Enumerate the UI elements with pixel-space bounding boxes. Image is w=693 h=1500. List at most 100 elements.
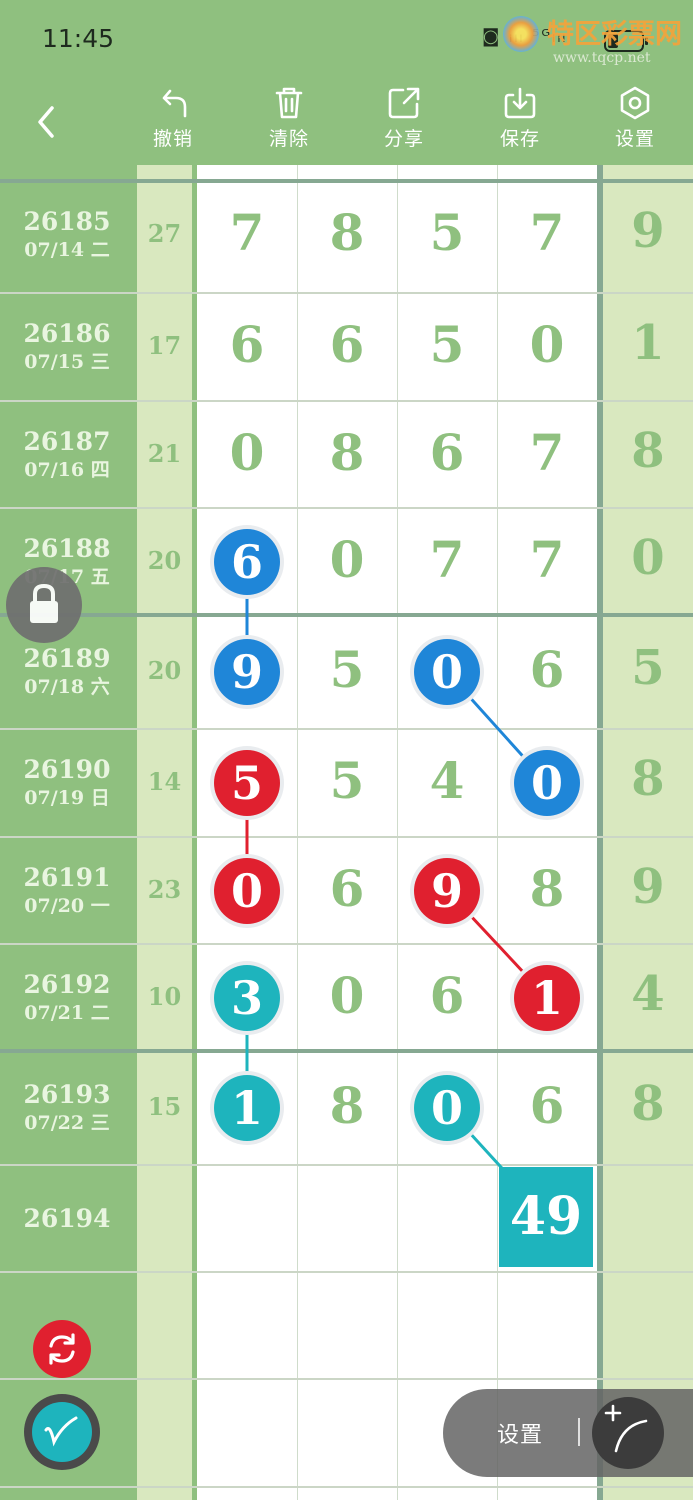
digit-cell[interactable]: 0 (497, 315, 597, 374)
digit-cell[interactable]: 4 (397, 751, 497, 810)
digit-cell[interactable]: 6 (497, 1076, 597, 1135)
undo-icon (162, 89, 187, 118)
settings-button[interactable]: 设置 (595, 86, 675, 151)
extra-digit-cell: 4 (631, 965, 665, 1022)
row-divider (0, 1049, 693, 1053)
sum-cell: 17 (147, 331, 182, 360)
digit-cell[interactable]: 0 (297, 966, 397, 1025)
digit-cell[interactable]: 6 (297, 315, 397, 374)
issue-cell: 26192 07/21 二 (0, 970, 134, 1026)
digit-cell[interactable]: 0 (197, 423, 297, 482)
issue-number: 26190 (23, 755, 111, 784)
issue-number: 26194 (23, 1203, 111, 1233)
digit-cell[interactable]: 7 (497, 530, 597, 589)
row-divider (0, 613, 693, 617)
row-divider (0, 1378, 693, 1380)
extra-digit-cell: 8 (631, 422, 665, 479)
trash-icon (275, 87, 303, 119)
status-time: 11:45 (42, 24, 115, 53)
digit-cell[interactable]: 8 (297, 203, 397, 262)
extra-digit-cell: 9 (631, 203, 665, 259)
digit-cell[interactable]: 6 (197, 315, 297, 374)
issue-number: 26188 (23, 533, 111, 563)
digit-cell[interactable]: 8 (297, 423, 397, 482)
lock-button[interactable] (6, 567, 82, 643)
sum-cell: 10 (147, 981, 182, 1011)
extra-digit-cell: 0 (631, 529, 665, 586)
sum-column (137, 165, 192, 1500)
issue-cell: 26194 (0, 1204, 134, 1234)
row-divider (0, 507, 693, 509)
sum-cell: 20 (147, 545, 182, 575)
sum-cell: 20 (147, 656, 182, 685)
issue-number: 26186 (23, 319, 111, 348)
sum-cell: 14 (147, 767, 182, 796)
issue-number: 26191 (23, 862, 111, 892)
download-icon (504, 87, 536, 119)
settings-label: 设置 (614, 128, 655, 150)
sum-cell: 21 (147, 438, 182, 468)
column-divider (134, 165, 137, 1500)
digit-cell[interactable]: 5 (397, 315, 497, 374)
issue-number: 26189 (23, 644, 111, 673)
row-divider (0, 943, 693, 945)
issue-number: 26192 (23, 969, 111, 999)
digit-cell[interactable]: 7 (397, 530, 497, 589)
digit-cell[interactable]: 5 (397, 203, 497, 262)
extra-digit-cell: 5 (631, 640, 665, 696)
extra-digit-cell: 9 (631, 858, 665, 915)
toolbar: 撤销 清除 分享 保存 设置 (0, 80, 693, 165)
chevron-left-icon (38, 106, 54, 138)
row-divider (0, 1486, 693, 1488)
undo-button[interactable]: 撤销 (133, 86, 213, 151)
share-button[interactable]: 分享 (364, 86, 444, 151)
digit-cell[interactable]: 6 (297, 859, 397, 918)
share-icon (388, 87, 420, 119)
digit-cell[interactable]: 5 (297, 751, 397, 810)
digit-cell[interactable]: 8 (297, 1076, 397, 1135)
refresh-icon (49, 1333, 75, 1365)
digit-cell[interactable]: 0 (297, 530, 397, 589)
issue-date: 07/22 三 (24, 1112, 110, 1134)
digit-cell[interactable]: 6 (397, 423, 497, 482)
watermark-title: 特区彩票网 (547, 19, 682, 50)
floating-settings-button[interactable]: 设置 (497, 1417, 543, 1449)
issue-cell: 26185 07/14 二 (0, 207, 134, 263)
row-divider (0, 400, 693, 402)
digit-cell[interactable]: 6 (397, 966, 497, 1025)
issue-number: 26193 (23, 1080, 111, 1109)
hexagon-gear-icon (620, 86, 650, 120)
issue-cell: 26191 07/20 一 (0, 863, 134, 919)
watermark: 特区彩票网 www.tqcp.net (495, 10, 690, 70)
row-divider (0, 728, 693, 730)
digit-cell[interactable]: 6 (497, 640, 597, 699)
watermark-logo-icon (503, 16, 539, 52)
row-divider (0, 1271, 693, 1273)
issue-date: 07/19 日 (24, 787, 110, 809)
clear-button[interactable]: 清除 (249, 86, 329, 151)
digit-cell[interactable]: 8 (497, 859, 597, 918)
digit-cell[interactable]: 7 (497, 423, 597, 482)
row-divider (0, 292, 693, 294)
issue-date: 07/20 一 (24, 894, 110, 917)
digit-cell[interactable]: 7 (497, 203, 597, 262)
row-divider (0, 836, 693, 838)
issue-cell: 26189 07/18 六 (0, 644, 134, 700)
back-button[interactable] (30, 102, 64, 142)
digit-cell[interactable]: 7 (197, 203, 297, 262)
save-button[interactable]: 保存 (480, 86, 560, 151)
draw-line-button[interactable] (592, 1397, 664, 1469)
lock-icon (30, 583, 58, 623)
refresh-button[interactable] (33, 1320, 91, 1378)
pen-button[interactable] (24, 1394, 100, 1470)
watermark-url: www.tqcp.net (553, 50, 651, 66)
extra-digit-cell: 8 (631, 751, 665, 807)
digit-cell[interactable]: 5 (297, 640, 397, 699)
issue-date: 07/18 六 (24, 676, 110, 698)
extra-digit-cell: 8 (631, 1076, 665, 1132)
sum-cell: 15 (147, 1092, 182, 1121)
clear-label: 清除 (268, 128, 309, 150)
prediction-box[interactable]: 49 (499, 1167, 593, 1267)
floating-divider (578, 1418, 580, 1446)
row-divider (0, 1164, 693, 1166)
